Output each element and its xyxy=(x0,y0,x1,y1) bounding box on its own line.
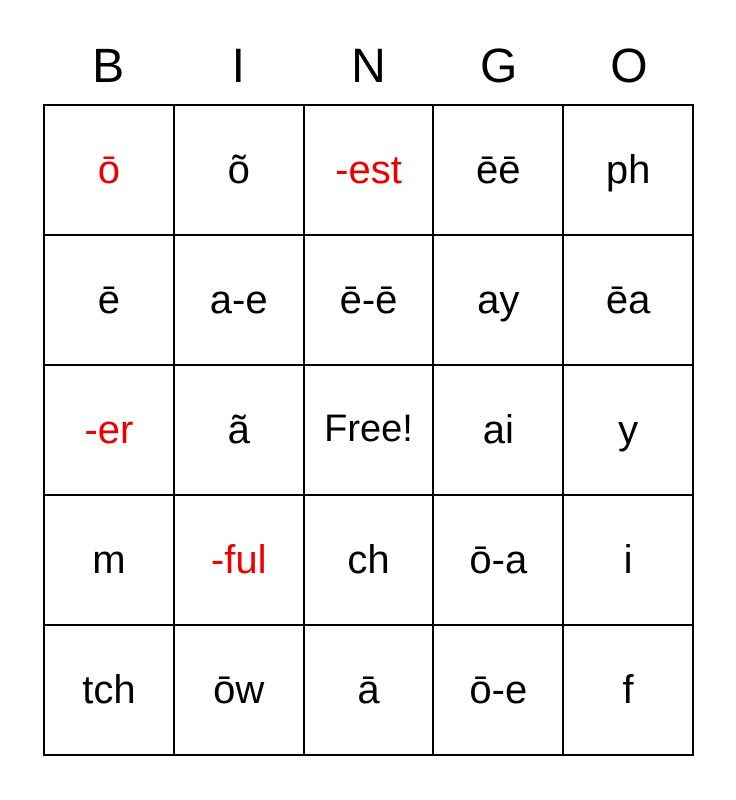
bingo-header-letter-n: N xyxy=(351,40,386,93)
bingo-header-letter-i: I xyxy=(231,40,245,93)
bingo-cell-o1[interactable]: ph xyxy=(564,106,694,236)
bingo-cell-label: a-e xyxy=(209,278,268,322)
bingo-cell-label: ō xyxy=(97,148,121,192)
bingo-header-letter-g: G xyxy=(480,40,518,93)
bingo-cell-n2[interactable]: ē-ē xyxy=(304,236,435,366)
bingo-cell-label: ã xyxy=(227,408,250,452)
bingo-cell-o2[interactable]: ēa xyxy=(564,236,694,366)
bingo-cell-i5[interactable]: ōw xyxy=(174,626,305,756)
bingo-header-letter-b: B xyxy=(92,40,125,93)
bingo-cell-label: m xyxy=(92,538,126,582)
bingo-cell-n4[interactable]: ch xyxy=(304,496,435,626)
bingo-cell-label: ai xyxy=(482,408,514,452)
bingo-cell-b3[interactable]: -er xyxy=(45,366,175,496)
bingo-cell-label: -er xyxy=(84,408,134,452)
bingo-cell-label: i xyxy=(623,538,633,582)
bingo-cell-label: -est xyxy=(335,148,402,192)
bingo-cell-g4[interactable]: ō-a xyxy=(434,496,565,626)
bingo-cell-label: õ xyxy=(227,148,250,192)
bingo-cell-g5[interactable]: ō-e xyxy=(434,626,565,756)
bingo-cell-label: ay xyxy=(477,278,520,322)
bingo-cell-label: y xyxy=(618,408,639,452)
bingo-cell-i4[interactable]: -ful xyxy=(174,496,305,626)
bingo-cell-label: -ful xyxy=(210,538,267,582)
bingo-cell-o3[interactable]: y xyxy=(564,366,694,496)
bingo-row: -er ã Free! ai y xyxy=(45,366,694,496)
bingo-cell-o5[interactable]: f xyxy=(564,626,694,756)
bingo-cell-label: ēē xyxy=(476,148,521,192)
bingo-cell-n1[interactable]: -est xyxy=(304,106,435,236)
bingo-cell-free-space[interactable]: Free! xyxy=(304,366,435,496)
bingo-cell-label: ch xyxy=(347,538,390,582)
bingo-cell-g2[interactable]: ay xyxy=(434,236,565,366)
bingo-cell-g1[interactable]: ēē xyxy=(434,106,565,236)
bingo-cell-label: f xyxy=(622,668,634,712)
bingo-cell-label: ō-e xyxy=(469,668,528,712)
bingo-cell-i2[interactable]: a-e xyxy=(174,236,305,366)
bingo-cell-label: ē-ē xyxy=(339,278,398,322)
bingo-header-letter-o: O xyxy=(610,40,648,93)
bingo-cell-label: ā xyxy=(357,668,380,712)
bingo-free-space-label: Free! xyxy=(324,408,413,451)
bingo-cell-n5[interactable]: ā xyxy=(304,626,435,756)
bingo-cell-label: tch xyxy=(82,668,136,712)
bingo-cell-b1[interactable]: ō xyxy=(45,106,175,236)
bingo-cell-i1[interactable]: õ xyxy=(174,106,305,236)
bingo-cell-i3[interactable]: ã xyxy=(174,366,305,496)
bingo-cell-g3[interactable]: ai xyxy=(434,366,565,496)
bingo-row: ō õ -est ēē ph xyxy=(45,106,694,236)
bingo-cell-b2[interactable]: ē xyxy=(45,236,175,366)
bingo-header-row: B I N G O xyxy=(43,30,694,104)
bingo-cell-label: ph xyxy=(605,148,651,192)
bingo-row: m -ful ch ō-a i xyxy=(45,496,694,626)
bingo-cell-label: ō-a xyxy=(469,538,528,582)
bingo-cell-o4[interactable]: i xyxy=(564,496,694,626)
bingo-row: ē a-e ē-ē ay ēa xyxy=(45,236,694,366)
bingo-cell-b4[interactable]: m xyxy=(45,496,175,626)
bingo-grid: ō õ -est ēē ph ē a-e ē-ē ay ēa -er ã Fre… xyxy=(43,104,694,756)
bingo-row: tch ōw ā ō-e f xyxy=(45,626,694,756)
bingo-cell-label: ēa xyxy=(605,278,651,322)
bingo-cell-b5[interactable]: tch xyxy=(45,626,175,756)
bingo-cell-label: ōw xyxy=(213,668,265,712)
bingo-cell-label: ē xyxy=(97,278,121,322)
bingo-card: B I N G O ō õ -est ēē ph ē a-e ē-ē ay ēa… xyxy=(43,30,694,756)
